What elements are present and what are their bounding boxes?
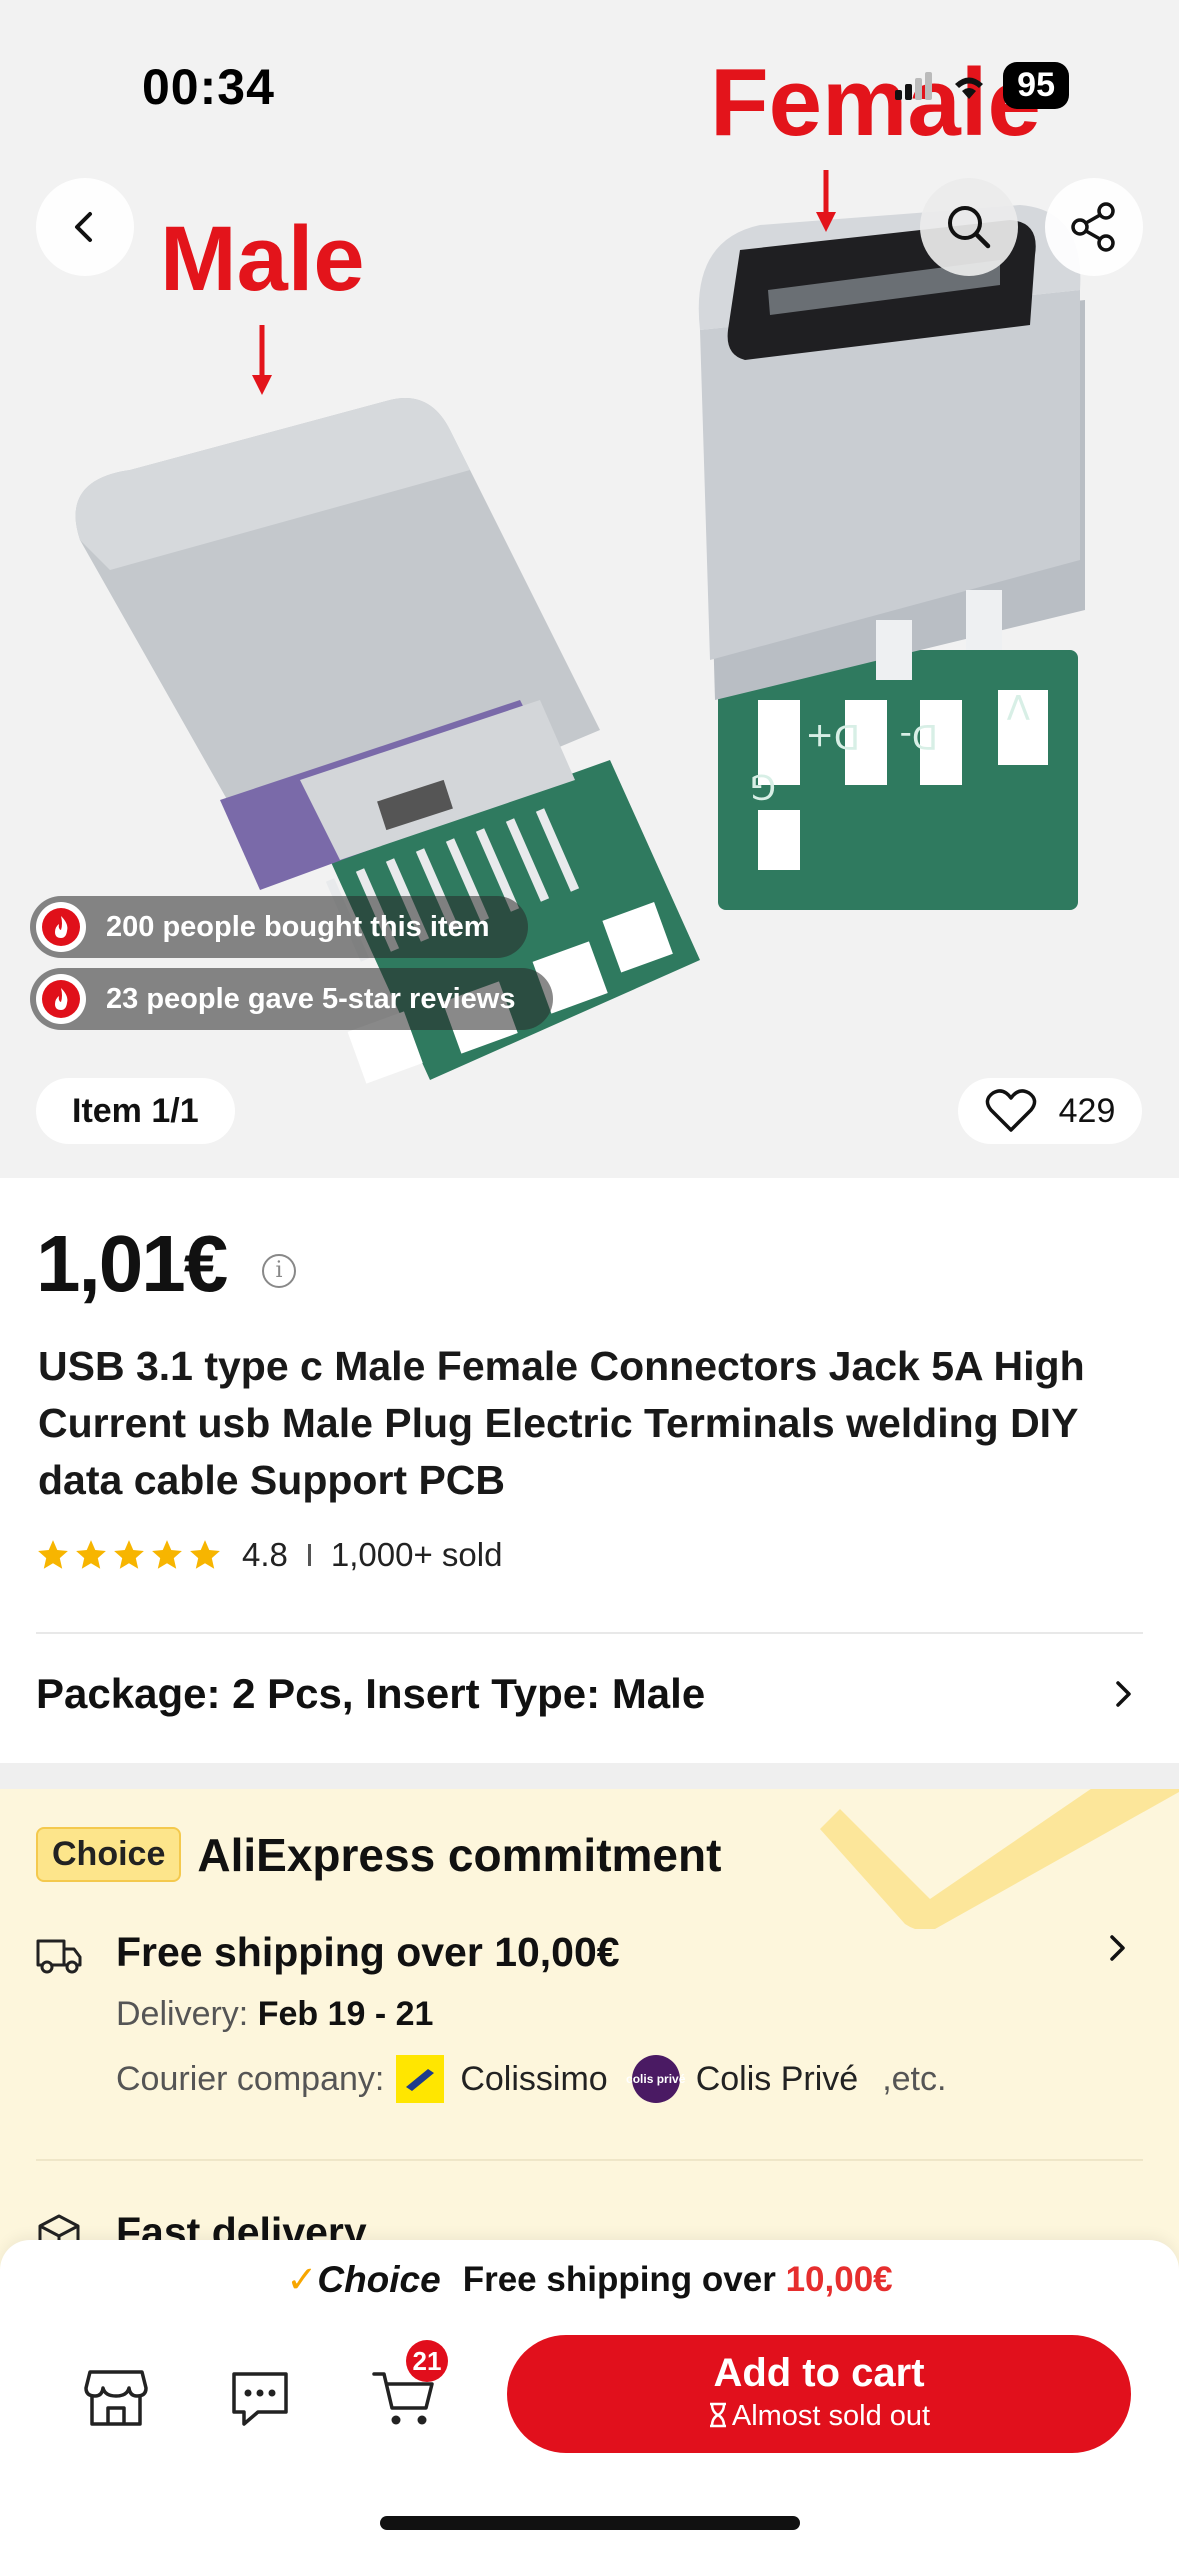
add-to-cart-button[interactable]: Add to cart Almost sold out [507, 2335, 1131, 2453]
colisprive-logo-icon: colis privé [626, 2055, 685, 2103]
chevron-right-icon [1110, 1935, 1125, 1961]
female-connector-image: G D+ D- V [698, 205, 1085, 910]
rating-value: 4.8 [242, 1536, 288, 1573]
home-indicator[interactable] [380, 2516, 800, 2530]
star-icon [190, 1540, 220, 1569]
colissimo-logo-icon [396, 2055, 445, 2103]
stock-note: Almost sold out [507, 2400, 1131, 2433]
commitment-title: AliExpress commitment [197, 1828, 722, 1881]
product-image-gallery[interactable]: G D+ D- V Male Female 00:34 95 200 peopl… [0, 0, 1179, 1178]
free-shipping-promo: ✓Choice Free shipping over 10,00€ [0, 2258, 1179, 2301]
pcb-label-v: V [1007, 686, 1030, 726]
wifi-icon [955, 77, 984, 99]
search-icon [948, 206, 991, 249]
variant-label: Package: 2 Pcs, Insert Type: Male [36, 1670, 706, 1717]
sold-count: 1,000+ sold [330, 1536, 503, 1573]
heart-icon [985, 1089, 1036, 1132]
shipping-title: Free shipping over 10,00€ [116, 1929, 620, 1975]
promo-text: Free shipping over [462, 2259, 776, 2299]
add-to-cart-label: Add to cart [713, 2351, 925, 2395]
star-icon [38, 1540, 68, 1569]
back-button[interactable] [36, 178, 134, 276]
product-price: 1,01€ [36, 1219, 228, 1308]
choice-check-icon: ✓ [286, 2259, 318, 2300]
promo-text-group: Free shipping over 10,00€ [463, 2260, 893, 2300]
fire-icon [36, 974, 86, 1024]
courier-colissimo: Colissimo [460, 2059, 608, 2098]
star-rating [36, 1538, 222, 1572]
chat-icon [232, 2372, 288, 2426]
cart-count-badge: 21 [406, 2340, 448, 2382]
delivery-label: Delivery: [116, 1995, 249, 2033]
bought-count-badge: 200 people bought this item [30, 896, 528, 958]
info-icon[interactable]: i [262, 1254, 296, 1288]
courier-colisprive: Colis Privé [695, 2059, 859, 2098]
truck-icon [36, 1939, 82, 1974]
rating-row[interactable]: 4.8 1,000+ sold [36, 1536, 502, 1574]
battery-level: 95 [1003, 62, 1069, 109]
delivery-info: Delivery: Feb 19 - 21 [116, 1995, 433, 2034]
delivery-dates: Feb 19 - 21 [257, 1995, 434, 2033]
choice-commitment-section: Choice AliExpress commitment Free shippi… [0, 1789, 1179, 2309]
commitment-header: Choice AliExpress commitment [36, 1827, 721, 1882]
share-button[interactable] [1045, 178, 1143, 276]
wishlist-count: 429 [1058, 1091, 1116, 1130]
wishlist-button[interactable]: 429 [958, 1078, 1142, 1144]
bought-count-text: 200 people bought this item [106, 910, 490, 943]
promo-choice-logo: ✓Choice [286, 2259, 441, 2300]
section-gap [0, 1763, 1179, 1789]
status-indicators: 95 [895, 62, 1069, 109]
choice-badge: Choice [36, 1827, 182, 1882]
fire-icon [36, 902, 86, 952]
store-icon [84, 2370, 148, 2426]
store-button[interactable] [78, 2360, 154, 2436]
cellular-icon [895, 71, 933, 100]
star-icon [76, 1540, 106, 1569]
pcb-label-dminus: D- [900, 716, 938, 756]
divider [36, 1632, 1143, 1634]
reviews-count-badge: 23 people gave 5-star reviews [30, 968, 554, 1030]
star-icon [114, 1540, 144, 1569]
variant-selector[interactable]: Package: 2 Pcs, Insert Type: Male [36, 1670, 1136, 1718]
choice-checkmark-decoration [820, 1789, 1179, 1929]
male-label: Male [160, 208, 365, 310]
chevron-right-icon [1116, 1681, 1131, 1707]
chevron-left-icon [75, 212, 92, 242]
promo-amount: 10,00€ [785, 2259, 893, 2299]
star-icon [152, 1540, 182, 1569]
status-time: 00:34 [142, 59, 275, 115]
pcb-label-dplus: D+ [805, 716, 860, 756]
pcb-label-g: G [750, 766, 776, 806]
reviews-count-text: 23 people gave 5-star reviews [106, 982, 516, 1015]
courier-label: Courier company: [116, 2059, 385, 2098]
product-title: USB 3.1 type c Male Female Connectors Ja… [38, 1343, 1085, 1503]
divider [36, 2159, 1143, 2161]
search-button[interactable] [920, 178, 1018, 276]
bottom-action-bar: ✓Choice Free shipping over 10,00€ 21 Add… [0, 2240, 1179, 2556]
rating-separator [307, 1544, 311, 1566]
hourglass-icon [709, 2402, 726, 2428]
courier-info: Courier company: Colissimo colis privé C… [116, 2055, 946, 2103]
image-counter: Item 1/1 [36, 1078, 235, 1144]
courier-etc: ,etc. [882, 2059, 947, 2098]
share-icon [1071, 202, 1115, 252]
chat-button[interactable] [222, 2360, 298, 2436]
